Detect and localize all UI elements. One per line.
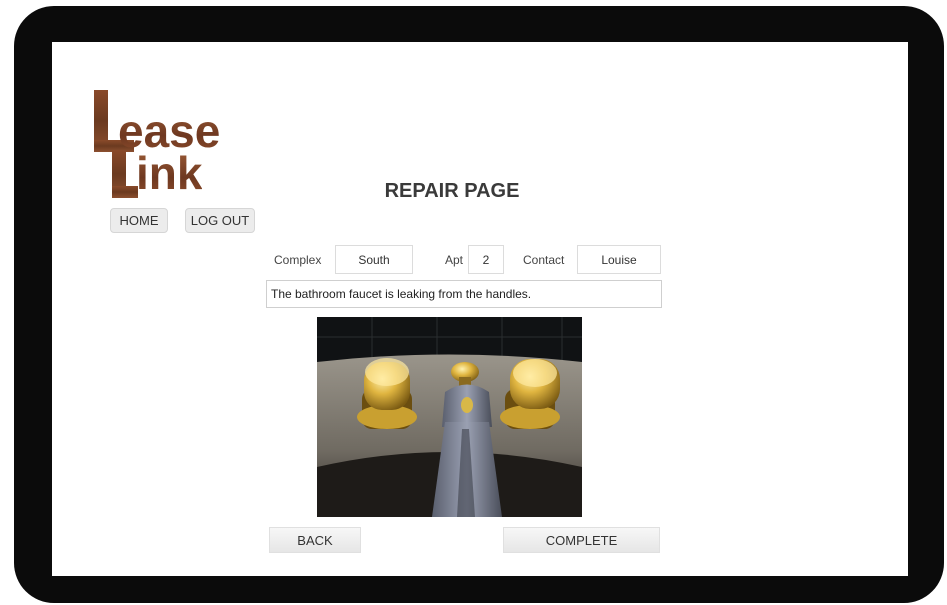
contact-field[interactable]: Louise bbox=[577, 245, 661, 274]
logout-button[interactable]: LOG OUT bbox=[185, 208, 255, 233]
page-title: REPAIR PAGE bbox=[384, 180, 520, 202]
back-button[interactable]: BACK bbox=[269, 527, 361, 553]
complex-label: Complex bbox=[274, 253, 322, 267]
contact-label: Contact bbox=[523, 253, 565, 267]
logo-word-ink: ink bbox=[136, 147, 203, 199]
lease-link-logo: ease ink bbox=[90, 88, 250, 208]
complex-field[interactable]: South bbox=[335, 245, 413, 274]
repair-photo bbox=[317, 317, 582, 517]
apt-label: Apt bbox=[445, 253, 464, 267]
complete-button[interactable]: COMPLETE bbox=[503, 527, 660, 553]
home-button[interactable]: HOME bbox=[110, 208, 168, 233]
device-frame: ease ink REPAIR PAGE HOME LOG OUT Comple… bbox=[14, 6, 944, 603]
apt-field[interactable]: 2 bbox=[468, 245, 504, 274]
description-field[interactable]: The bathroom faucet is leaking from the … bbox=[266, 280, 662, 308]
app-screen: ease ink REPAIR PAGE HOME LOG OUT Comple… bbox=[52, 42, 908, 576]
